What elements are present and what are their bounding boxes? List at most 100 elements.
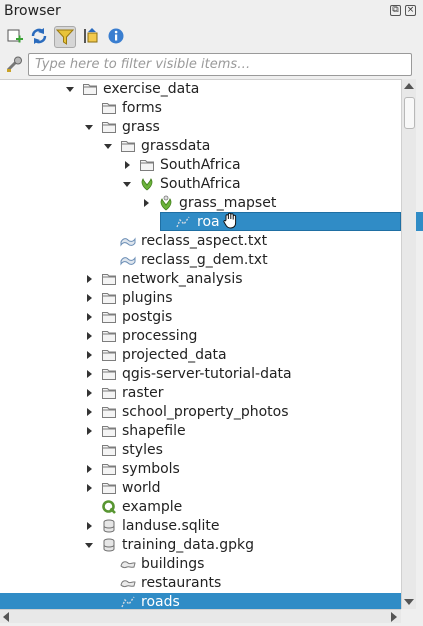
tree-row-label: roads bbox=[141, 594, 180, 610]
refresh-button[interactable] bbox=[29, 26, 51, 48]
filter-input[interactable] bbox=[28, 53, 412, 76]
expand-arrow-closed-icon[interactable] bbox=[125, 161, 130, 169]
tree-row[interactable]: qgis-server-tutorial-data bbox=[0, 365, 401, 384]
tree-row[interactable]: network_analysis bbox=[0, 270, 401, 289]
tree-row[interactable]: raster bbox=[0, 384, 401, 403]
folder-icon bbox=[101, 347, 117, 363]
expand-arrow-closed-icon[interactable] bbox=[87, 465, 92, 473]
expand-arrow-open-icon[interactable] bbox=[85, 543, 93, 548]
tree-row-label: network_analysis bbox=[122, 271, 243, 287]
tree-row-label: postgis bbox=[122, 309, 173, 325]
folder-icon bbox=[101, 442, 117, 458]
expand-arrow-closed-icon[interactable] bbox=[87, 332, 92, 340]
tree-row-label: grass bbox=[122, 119, 160, 135]
folder-icon bbox=[101, 290, 117, 306]
collapse-all-button[interactable] bbox=[81, 26, 103, 48]
tree-row[interactable]: SouthAfrica bbox=[0, 156, 401, 175]
tree-row[interactable]: school_property_photos bbox=[0, 403, 401, 422]
tree-row-label: symbols bbox=[122, 461, 180, 477]
tree-row[interactable]: grass bbox=[0, 118, 401, 137]
expand-arrow-open-icon[interactable] bbox=[104, 144, 112, 149]
expand-arrow-closed-icon[interactable] bbox=[87, 313, 92, 321]
tree-row[interactable]: grass_mapset bbox=[0, 194, 401, 213]
tree-row[interactable]: SouthAfrica bbox=[0, 175, 401, 194]
tree-row[interactable]: restaurants bbox=[0, 574, 401, 593]
expand-arrow-closed-icon[interactable] bbox=[144, 199, 149, 207]
vertical-scrollbar[interactable] bbox=[401, 79, 416, 609]
add-selected-layers-button[interactable] bbox=[5, 26, 27, 48]
folder-icon bbox=[101, 271, 117, 287]
expand-arrow-closed-icon[interactable] bbox=[87, 294, 92, 302]
tree-row[interactable]: symbols bbox=[0, 460, 401, 479]
expand-arrow-open-icon[interactable] bbox=[85, 125, 93, 130]
dragged-item[interactable]: roa bbox=[160, 212, 401, 231]
horizontal-scrollbar[interactable] bbox=[0, 609, 401, 624]
tree-row[interactable]: training_data.gpkg bbox=[0, 536, 401, 555]
expand-arrow-closed-icon[interactable] bbox=[87, 275, 92, 283]
tree-row[interactable]: roads bbox=[0, 593, 401, 610]
scroll-down-icon[interactable] bbox=[404, 599, 414, 605]
folder-icon bbox=[101, 385, 117, 401]
expand-arrow-closed-icon[interactable] bbox=[87, 427, 92, 435]
grass-mapset-icon bbox=[158, 195, 174, 211]
tree-row-label: styles bbox=[122, 442, 163, 458]
wrench-icon[interactable] bbox=[5, 55, 25, 75]
properties-button[interactable] bbox=[106, 26, 128, 48]
tree-row[interactable]: processing bbox=[0, 327, 401, 346]
panel-title: Browser bbox=[4, 3, 61, 19]
folder-icon bbox=[101, 461, 117, 477]
tree-row-label: example bbox=[122, 499, 183, 515]
expand-arrow-closed-icon[interactable] bbox=[87, 351, 92, 359]
tree-row[interactable]: plugins bbox=[0, 289, 401, 308]
tree-row[interactable]: styles bbox=[0, 441, 401, 460]
tree-row-label: qgis-server-tutorial-data bbox=[122, 366, 292, 382]
tree-row-label: SouthAfrica bbox=[160, 176, 241, 192]
tree-row[interactable]: grassdata bbox=[0, 137, 401, 156]
expand-arrow-open-icon[interactable] bbox=[66, 87, 74, 92]
qgis-project-icon bbox=[101, 499, 117, 515]
tree-row[interactable]: world bbox=[0, 479, 401, 498]
expand-arrow-closed-icon[interactable] bbox=[87, 408, 92, 416]
float-panel-button[interactable]: ⧉ bbox=[390, 5, 401, 16]
filter-toggle-button[interactable] bbox=[54, 26, 76, 48]
expand-arrow-closed-icon[interactable] bbox=[87, 522, 92, 530]
tree-row[interactable]: shapefile bbox=[0, 422, 401, 441]
browser-tree[interactable]: exercise_dataforms grass grassdata SouthAfr… bbox=[0, 79, 401, 610]
tree-row[interactable]: buildings bbox=[0, 555, 401, 574]
folder-icon bbox=[101, 366, 117, 382]
close-panel-button[interactable]: × bbox=[405, 5, 416, 16]
tree-row-label: exercise_data bbox=[103, 81, 200, 97]
raster-file-icon bbox=[120, 252, 136, 268]
expand-arrow-closed-icon[interactable] bbox=[87, 389, 92, 397]
expand-arrow-closed-icon[interactable] bbox=[87, 370, 92, 378]
collapse-all-icon bbox=[84, 28, 98, 43]
tree-row-label: grassdata bbox=[141, 138, 211, 154]
tree-row-label: processing bbox=[122, 328, 198, 344]
tree-row[interactable]: reclass_g_dem.txt bbox=[0, 251, 401, 270]
tree-row-label: landuse.sqlite bbox=[122, 518, 220, 534]
scroll-left-icon[interactable] bbox=[3, 612, 9, 622]
tree-row[interactable]: forms bbox=[0, 99, 401, 118]
tree-row[interactable]: projected_data bbox=[0, 346, 401, 365]
folder-icon bbox=[120, 138, 136, 154]
tree-row-label: SouthAfrica bbox=[160, 157, 241, 173]
tree-row[interactable]: reclass_aspect.txt bbox=[0, 232, 401, 251]
expand-arrow-open-icon[interactable] bbox=[123, 182, 131, 187]
polygon-layer-icon bbox=[120, 575, 136, 591]
tree-row[interactable]: postgis bbox=[0, 308, 401, 327]
tree-row-label: reclass_aspect.txt bbox=[141, 233, 268, 249]
tree-row[interactable]: example bbox=[0, 498, 401, 517]
tree-row-label: shapefile bbox=[122, 423, 186, 439]
folder-icon bbox=[101, 404, 117, 420]
tree-row[interactable]: exercise_data bbox=[0, 80, 401, 99]
database-icon bbox=[101, 537, 117, 553]
folder-icon bbox=[101, 309, 117, 325]
expand-arrow-closed-icon[interactable] bbox=[87, 484, 92, 492]
tree-row[interactable]: landuse.sqlite bbox=[0, 517, 401, 536]
scroll-thumb[interactable] bbox=[404, 97, 415, 129]
scroll-right-icon[interactable] bbox=[391, 612, 397, 622]
folder-icon bbox=[101, 100, 117, 116]
scroll-up-icon[interactable] bbox=[404, 83, 414, 89]
raster-file-icon bbox=[120, 233, 136, 249]
vector-line-icon bbox=[175, 214, 191, 230]
